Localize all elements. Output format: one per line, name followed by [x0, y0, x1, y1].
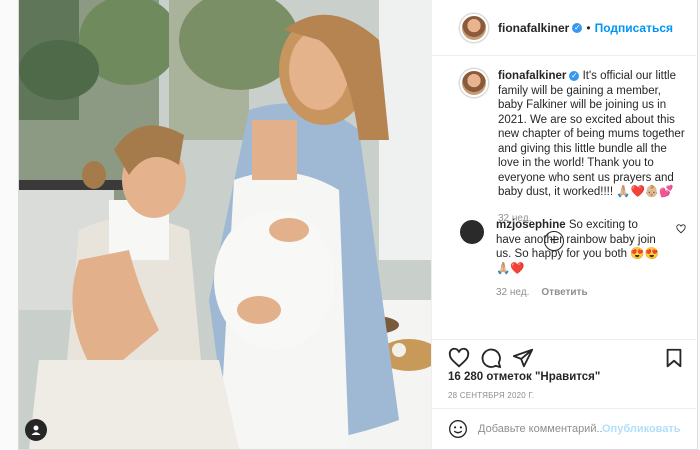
- user-tag-icon[interactable]: [25, 419, 47, 441]
- caption: fionafalkiner ✓ It's official our little …: [460, 69, 687, 226]
- author-avatar[interactable]: [460, 13, 488, 42]
- share-button[interactable]: [512, 347, 534, 369]
- comment-input[interactable]: [478, 423, 602, 435]
- comment-meta: 32 нед. Ответить: [496, 286, 664, 301]
- post-card: fionafalkiner ✓ • Подписаться fionafalki…: [18, 0, 699, 450]
- follow-button[interactable]: Подписаться: [595, 21, 673, 35]
- post-header: fionafalkiner ✓ • Подписаться: [432, 0, 699, 56]
- photo-illustration: [19, 0, 431, 449]
- verified-badge-icon: ✓: [572, 22, 583, 33]
- bookmark-icon: [666, 348, 682, 368]
- verified-badge-icon: ✓: [569, 70, 580, 81]
- caption-body: fionafalkiner ✓ It's official our little …: [498, 69, 687, 226]
- caption-text: It's official our little family will be …: [498, 70, 685, 198]
- smiley-icon[interactable]: [448, 419, 468, 439]
- publish-button[interactable]: Опубликовать: [602, 423, 681, 435]
- commenter-avatar[interactable]: [460, 220, 484, 244]
- comment-body: mzjosephine So exciting to have another …: [496, 218, 664, 301]
- caption-username[interactable]: fionafalkiner: [498, 70, 566, 82]
- likes-count[interactable]: 16 280 отметок "Нравится": [448, 371, 600, 383]
- post-photo[interactable]: [19, 0, 431, 449]
- comment-item: mzjosephine So exciting to have another …: [460, 218, 692, 301]
- separator-dot: •: [586, 20, 591, 35]
- action-bar: [432, 339, 699, 375]
- add-comment-bar: Опубликовать: [432, 408, 699, 449]
- author-username[interactable]: fionafalkiner: [498, 21, 569, 35]
- caption-author-avatar[interactable]: [460, 69, 488, 97]
- comment-like-heart-icon[interactable]: [676, 224, 686, 234]
- heart-icon: [448, 347, 470, 367]
- comment-time[interactable]: 32 нед.: [496, 287, 529, 298]
- like-button[interactable]: [448, 347, 470, 369]
- paper-plane-icon: [512, 348, 534, 367]
- post-side-panel: fionafalkiner ✓ • Подписаться fionafalki…: [431, 0, 699, 449]
- commenter-username[interactable]: mzjosephine: [496, 219, 566, 231]
- reply-button[interactable]: Ответить: [541, 287, 587, 298]
- save-button[interactable]: [663, 347, 685, 369]
- page-background: fionafalkiner ✓ • Подписаться fionafalki…: [0, 0, 700, 450]
- comment-button[interactable]: [480, 347, 502, 369]
- post-date[interactable]: 28 СЕНТЯБРЯ 2020 Г.: [448, 391, 534, 400]
- comment-icon: [481, 348, 502, 368]
